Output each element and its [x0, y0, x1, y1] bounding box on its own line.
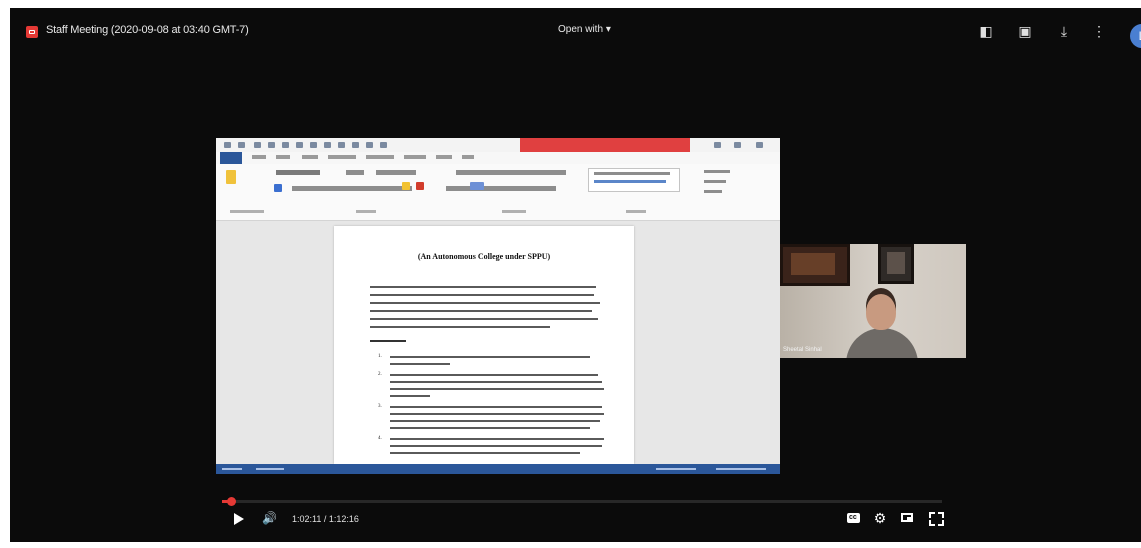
list-number: 3.	[378, 404, 382, 409]
window-title-bar	[520, 138, 690, 152]
play-icon[interactable]	[234, 513, 244, 525]
top-bar: Staff Meeting (2020-09-08 at 03:40 GMT-7…	[10, 8, 1141, 56]
open-with-label: Open with	[558, 24, 604, 35]
ribbon-tabs	[216, 152, 780, 164]
video-file-icon	[26, 26, 38, 38]
volume-icon[interactable]: 🔊	[262, 511, 277, 525]
download-icon[interactable]: ⤓	[1055, 22, 1073, 40]
participant-video-tile: Sheetal Sinhal	[780, 244, 966, 358]
fullscreen-icon[interactable]	[928, 510, 944, 526]
progress-bar[interactable]	[222, 500, 942, 503]
miniplayer-icon[interactable]	[900, 510, 916, 526]
document-page: (An Autonomous College under SPPU) 1. 2.…	[334, 226, 634, 464]
progress-scrubber[interactable]	[226, 497, 236, 506]
status-bar	[216, 464, 780, 474]
participant-face	[866, 294, 896, 330]
more-vert-icon[interactable]: ⋮	[1090, 22, 1108, 40]
video-viewer: Staff Meeting (2020-09-08 at 03:40 GMT-7…	[10, 8, 1141, 542]
add-to-drive-icon[interactable]: ◧	[977, 22, 995, 40]
list-number: 2.	[378, 372, 382, 377]
time-display: 1:02:11 / 1:12:16	[292, 514, 359, 524]
list-number: 1.	[378, 354, 382, 359]
list-number: 4.	[378, 436, 382, 441]
wall-painting	[878, 244, 914, 284]
participant-name: Sheetal Sinhal	[783, 347, 822, 353]
add-comment-icon[interactable]: ▣	[1016, 22, 1034, 40]
open-with-button[interactable]: Open with ▾	[558, 24, 611, 35]
caret-down-icon: ▾	[605, 24, 611, 35]
document-heading: (An Autonomous College under SPPU)	[417, 252, 551, 261]
file-title: Staff Meeting (2020-09-08 at 03:40 GMT-7…	[46, 24, 249, 36]
captions-icon[interactable]	[846, 510, 862, 526]
wall-painting	[780, 244, 850, 286]
avatar[interactable]: L	[1130, 24, 1141, 48]
ribbon	[216, 164, 780, 221]
shared-screen-document: (An Autonomous College under SPPU) 1. 2.…	[216, 138, 780, 474]
file-tab	[220, 152, 242, 164]
quick-access-toolbar	[216, 138, 780, 152]
settings-icon[interactable]: ⚙	[872, 510, 888, 526]
